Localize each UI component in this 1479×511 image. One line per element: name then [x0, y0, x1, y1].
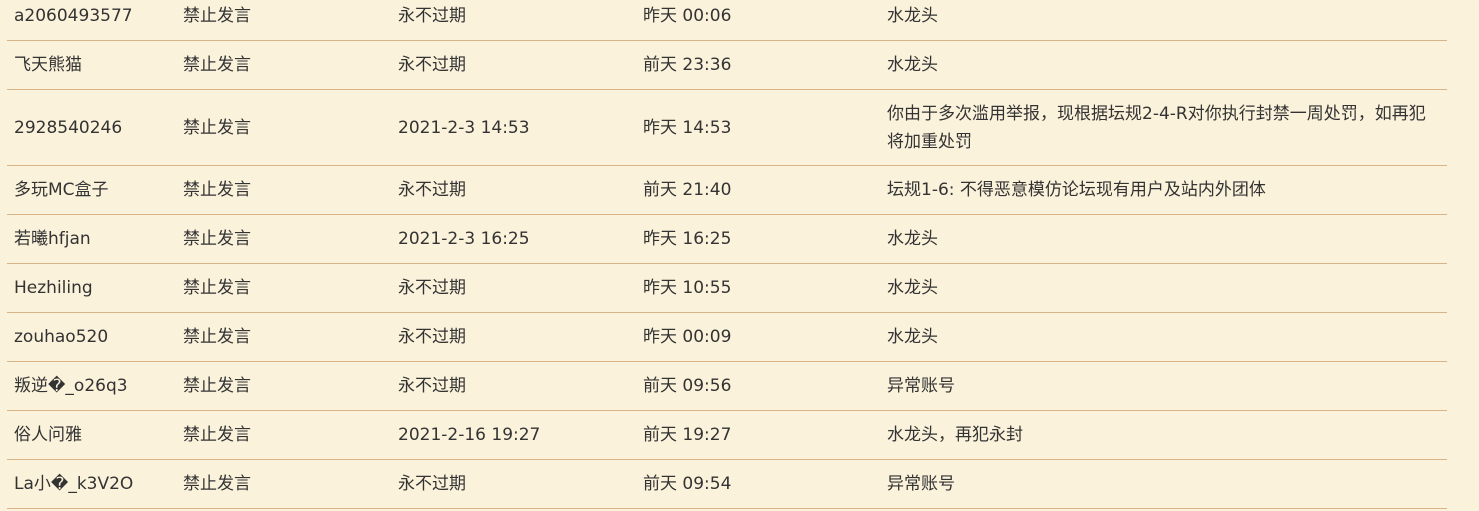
operation-cell: 禁止发言 — [183, 278, 251, 298]
operation-cell: 禁止发言 — [183, 180, 251, 200]
table-row: 飞天熊猫 禁止发言 永不过期 前天 23:36 水龙头 — [7, 41, 1447, 90]
expiry-cell: 永不过期 — [398, 6, 466, 26]
operation-cell: 禁止发言 — [183, 376, 251, 396]
operation-cell: 禁止发言 — [183, 229, 251, 249]
reason-cell: 水龙头 — [887, 6, 938, 26]
ban-list-table: a2060493577 禁止发言 永不过期 昨天 00:06 水龙头 飞天熊猫 … — [7, 0, 1447, 509]
reason-cell: 水龙头，再犯永封 — [887, 425, 1023, 445]
reason-cell: 坛规1-6: 不得恶意模仿论坛现有用户及站内外团体 — [887, 180, 1266, 200]
username-cell[interactable]: La小�_k3V2O — [7, 470, 176, 498]
username-cell[interactable]: 2928540246 — [7, 114, 176, 142]
operation-cell: 禁止发言 — [183, 117, 251, 138]
operation-cell: 禁止发言 — [183, 6, 251, 26]
time-cell: 昨天 16:25 — [643, 229, 732, 249]
time-cell: 昨天 00:09 — [643, 327, 732, 347]
reason-cell: 水龙头 — [887, 229, 938, 249]
table-row: 若曦hfjan 禁止发言 2021-2-3 16:25 昨天 16:25 水龙头 — [7, 215, 1447, 264]
reason-cell: 你由于多次滥用举报，现根据坛规2-4-R对你执行封禁一周处罚，如再犯将加重处罚 — [887, 103, 1426, 152]
operation-cell: 禁止发言 — [183, 474, 251, 494]
table-row: 叛逆�_o26q3 禁止发言 永不过期 前天 09:56 异常账号 — [7, 362, 1447, 411]
operation-cell: 禁止发言 — [183, 327, 251, 347]
table-row: 俗人问雅 禁止发言 2021-2-16 19:27 前天 19:27 水龙头，再… — [7, 411, 1447, 460]
expiry-cell: 永不过期 — [398, 376, 466, 396]
expiry-cell: 永不过期 — [398, 180, 466, 200]
username-cell[interactable]: zouhao520 — [7, 323, 176, 351]
time-cell: 前天 09:56 — [643, 376, 732, 396]
table-row: 多玩MC盒子 禁止发言 永不过期 前天 21:40 坛规1-6: 不得恶意模仿论… — [7, 166, 1447, 215]
reason-cell: 异常账号 — [887, 376, 955, 396]
time-cell: 前天 21:40 — [643, 180, 732, 200]
table-row: 2928540246 禁止发言 2021-2-3 14:53 昨天 14:53 … — [7, 90, 1447, 166]
operation-cell: 禁止发言 — [183, 425, 251, 445]
expiry-cell: 永不过期 — [398, 278, 466, 298]
expiry-cell: 永不过期 — [398, 327, 466, 347]
username-cell[interactable]: 俗人问雅 — [7, 421, 176, 449]
operation-cell: 禁止发言 — [183, 55, 251, 75]
reason-cell: 水龙头 — [887, 327, 938, 347]
time-cell: 前天 19:27 — [643, 425, 732, 445]
username-cell[interactable]: 飞天熊猫 — [7, 51, 176, 79]
time-cell: 前天 09:54 — [643, 474, 732, 494]
expiry-cell: 2021-2-3 14:53 — [398, 117, 530, 138]
time-cell: 昨天 10:55 — [643, 278, 732, 298]
username-cell[interactable]: 多玩MC盒子 — [7, 176, 176, 204]
username-cell[interactable]: a2060493577 — [7, 2, 176, 30]
time-cell: 昨天 14:53 — [643, 117, 732, 138]
time-cell: 前天 23:36 — [643, 55, 732, 75]
expiry-cell: 2021-2-3 16:25 — [398, 229, 530, 249]
username-cell[interactable]: Hezhiling — [7, 274, 176, 302]
reason-cell: 水龙头 — [887, 278, 938, 298]
reason-cell: 水龙头 — [887, 55, 938, 75]
table-row: zouhao520 禁止发言 永不过期 昨天 00:09 水龙头 — [7, 313, 1447, 362]
expiry-cell: 永不过期 — [398, 55, 466, 75]
table-row: La小�_k3V2O 禁止发言 永不过期 前天 09:54 异常账号 — [7, 460, 1447, 509]
expiry-cell: 永不过期 — [398, 474, 466, 494]
time-cell: 昨天 00:06 — [643, 6, 732, 26]
expiry-cell: 2021-2-16 19:27 — [398, 425, 541, 445]
username-cell[interactable]: 叛逆�_o26q3 — [7, 372, 176, 400]
table-row: a2060493577 禁止发言 永不过期 昨天 00:06 水龙头 — [7, 0, 1447, 41]
username-cell[interactable]: 若曦hfjan — [7, 225, 176, 253]
reason-cell: 异常账号 — [887, 474, 955, 494]
table-row: Hezhiling 禁止发言 永不过期 昨天 10:55 水龙头 — [7, 264, 1447, 313]
